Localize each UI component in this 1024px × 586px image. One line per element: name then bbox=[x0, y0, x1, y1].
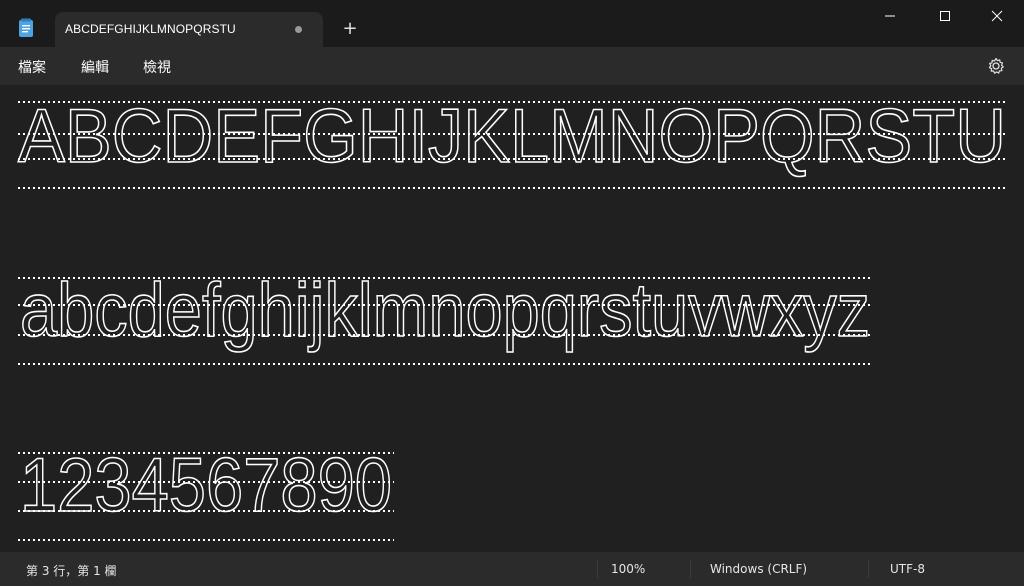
title-bar: ABCDEFGHIJKLMNOPQRSTU + bbox=[0, 0, 1024, 47]
gear-icon[interactable] bbox=[986, 56, 1006, 76]
maximize-button[interactable] bbox=[922, 0, 968, 32]
menu-edit[interactable]: 編輯 bbox=[81, 57, 109, 77]
editor-line-3: 1234567890 bbox=[20, 443, 392, 528]
editor-line-1: ABCDEFGHIJKLMNOPQRSTU bbox=[18, 94, 1006, 179]
status-divider bbox=[868, 560, 869, 578]
line-ending[interactable]: Windows (CRLF) bbox=[710, 562, 807, 576]
editor-line-2: abcdefghijklmnopqrstuvwxyz bbox=[20, 268, 870, 353]
new-tab-button[interactable]: + bbox=[338, 17, 362, 41]
menu-file[interactable]: 檔案 bbox=[18, 57, 46, 77]
notepad-icon bbox=[19, 18, 33, 37]
zoom-level[interactable]: 100% bbox=[611, 562, 645, 576]
editor-canvas: ABCDEFGHIJKLMNOPQRSTU abcdefghijklmnopqr… bbox=[17, 93, 1007, 541]
close-icon bbox=[991, 10, 1003, 22]
cursor-position: 第 3 行，第 1 欄 bbox=[26, 564, 117, 578]
minimize-button[interactable] bbox=[867, 0, 913, 32]
unsaved-dot-icon[interactable] bbox=[295, 26, 302, 33]
minimize-icon bbox=[885, 15, 895, 17]
text-editor[interactable]: ABCDEFGHIJKLMNOPQRSTU abcdefghijklmnopqr… bbox=[0, 85, 1024, 548]
tab-document[interactable]: ABCDEFGHIJKLMNOPQRSTU bbox=[55, 12, 323, 47]
status-bar: 第 3 行，第 1 欄 100% Windows (CRLF) UTF-8 bbox=[0, 552, 1024, 586]
tab-title: ABCDEFGHIJKLMNOPQRSTU bbox=[65, 22, 236, 36]
encoding[interactable]: UTF-8 bbox=[890, 562, 925, 576]
status-divider bbox=[690, 560, 691, 578]
menu-view[interactable]: 檢視 bbox=[143, 57, 171, 77]
close-button[interactable] bbox=[974, 0, 1020, 32]
maximize-icon bbox=[940, 11, 950, 21]
menu-bar: 檔案 編輯 檢視 bbox=[0, 47, 1024, 85]
status-divider bbox=[597, 560, 598, 578]
